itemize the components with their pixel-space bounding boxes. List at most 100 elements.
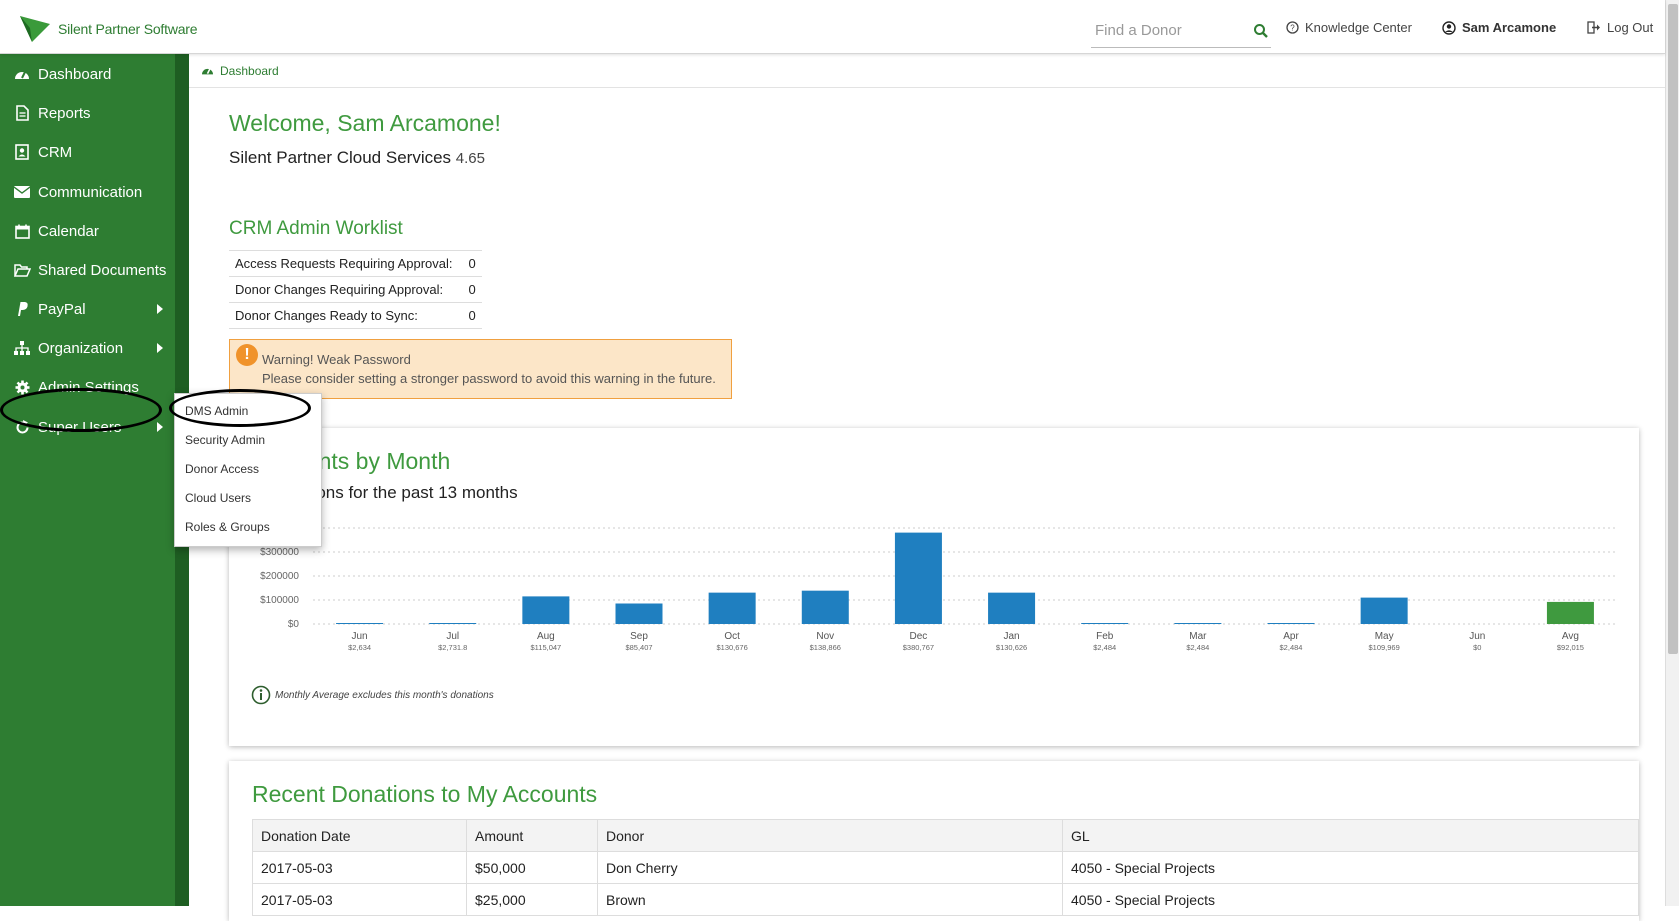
x-tick-label: Dec bbox=[910, 631, 928, 642]
donation-gl: 4050 - Special Projects bbox=[1062, 883, 1639, 916]
chart-bar bbox=[1546, 601, 1594, 624]
sidebar-item-label: Dashboard bbox=[38, 65, 112, 83]
x-tick-label: Feb bbox=[1096, 631, 1114, 642]
chart-bar bbox=[1267, 623, 1315, 624]
chart-bar bbox=[708, 592, 756, 624]
column-header[interactable]: GL bbox=[1062, 819, 1639, 852]
worklist-table: Access Requests Requiring Approval: 0 Do… bbox=[229, 250, 482, 329]
recent-donations-table: Donation Date Amount Donor GL 2017-05-03… bbox=[252, 819, 1639, 916]
logout-icon bbox=[1587, 21, 1600, 34]
x-tick-label: Apr bbox=[1283, 631, 1299, 642]
x-tick-label: Oct bbox=[724, 631, 740, 642]
x-tick-label: May bbox=[1375, 631, 1394, 642]
knowledge-center-link[interactable]: ? Knowledge Center bbox=[1286, 20, 1412, 35]
scrollbar-thumb[interactable] bbox=[1668, 4, 1678, 654]
donation-date: 2017-05-03 bbox=[252, 851, 467, 884]
logout-link[interactable]: Log Out bbox=[1587, 20, 1653, 35]
y-tick-label: $0 bbox=[288, 619, 300, 630]
chart-note-text: Monthly Average excludes this month's do… bbox=[275, 689, 494, 701]
sidebar-item-admin-settings[interactable]: Admin Settings bbox=[0, 367, 175, 407]
x-tick-label: Jul bbox=[446, 631, 459, 642]
brand[interactable]: Silent Partner Software bbox=[18, 14, 198, 44]
page-scrollbar[interactable] bbox=[1665, 0, 1679, 906]
menu-item-donor-access[interactable]: Donor Access bbox=[185, 462, 259, 476]
sidebar-item-calendar[interactable]: Calendar bbox=[0, 211, 175, 251]
menu-item-roles-groups[interactable]: Roles & Groups bbox=[185, 520, 270, 534]
sidebar-item-paypal[interactable]: PayPal bbox=[0, 289, 175, 329]
recent-donations-panel: Recent Donations to My Accounts Donation… bbox=[229, 761, 1639, 921]
gear-icon bbox=[13, 378, 31, 396]
data-label: $2,634 bbox=[348, 643, 371, 652]
table-header-row: Donation Date Amount Donor GL bbox=[252, 819, 1639, 852]
paypal-icon bbox=[13, 300, 31, 318]
sidebar-item-label: Communication bbox=[38, 183, 143, 201]
recent-donations-title: Recent Donations to My Accounts bbox=[252, 781, 598, 807]
breadcrumb-dashboard[interactable]: Dashboard bbox=[220, 64, 279, 78]
data-label: $138,866 bbox=[810, 643, 841, 652]
sidebar-item-organization[interactable]: Organization bbox=[0, 328, 175, 368]
sidebar-item-label: CRM bbox=[38, 143, 73, 161]
x-tick-label: Jan bbox=[1004, 631, 1020, 642]
sidebar-item-super-users[interactable]: Super Users bbox=[0, 407, 175, 447]
column-header[interactable]: Donor bbox=[597, 819, 1063, 852]
data-label: $0 bbox=[1473, 643, 1481, 652]
sidebar-item-label: Calendar bbox=[38, 222, 99, 240]
column-header[interactable]: Amount bbox=[466, 819, 598, 852]
column-header[interactable]: Donation Date bbox=[252, 819, 467, 852]
sidebar-item-dashboard[interactable]: Dashboard bbox=[0, 54, 175, 94]
chart-note: Monthly Average excludes this month's do… bbox=[251, 685, 494, 705]
table-row[interactable]: 2017-05-03 $50,000 Don Cherry 4050 - Spe… bbox=[252, 851, 1639, 884]
y-tick-label: $100000 bbox=[260, 595, 299, 606]
sidebar-item-communication[interactable]: Communication bbox=[0, 172, 175, 212]
warning-text: Please consider setting a stronger passw… bbox=[262, 371, 716, 386]
chart-bar bbox=[1081, 623, 1129, 624]
data-label: $130,676 bbox=[716, 643, 747, 652]
user-menu[interactable]: Sam Arcamone bbox=[1442, 20, 1556, 35]
logo-icon bbox=[20, 16, 50, 42]
table-row[interactable]: 2017-05-03 $25,000 Brown 4050 - Special … bbox=[252, 883, 1639, 916]
data-label: $2,484 bbox=[1280, 643, 1303, 652]
x-tick-label: Avg bbox=[1562, 631, 1579, 642]
sidebar-item-label: Super Users bbox=[38, 418, 122, 436]
sidebar-item-reports[interactable]: Reports bbox=[0, 93, 175, 133]
sidebar-item-shared-documents[interactable]: Shared Documents bbox=[0, 250, 175, 290]
table-row: Donor Changes Requiring Approval: 0 bbox=[229, 276, 482, 303]
sidebar-item-label: Organization bbox=[38, 339, 124, 357]
data-label: $85,407 bbox=[625, 643, 652, 652]
menu-item-dms-admin[interactable]: DMS Admin bbox=[185, 404, 248, 418]
data-label: $2,731.8 bbox=[438, 643, 467, 652]
svg-text:?: ? bbox=[1290, 24, 1295, 33]
menu-item-cloud-users[interactable]: Cloud Users bbox=[185, 491, 251, 505]
x-tick-label: Jun bbox=[1469, 631, 1485, 642]
chevron-right-icon bbox=[157, 422, 163, 432]
data-label: $2,484 bbox=[1186, 643, 1209, 652]
sidebar-item-crm[interactable]: CRM bbox=[0, 132, 175, 172]
breadcrumb: Dashboard bbox=[189, 54, 1665, 88]
calendar-icon bbox=[13, 222, 31, 240]
data-label: $109,969 bbox=[1368, 643, 1399, 652]
document-icon bbox=[13, 104, 31, 122]
product-version: 4.65 bbox=[455, 150, 485, 167]
search-icon[interactable] bbox=[1253, 23, 1269, 39]
chevron-right-icon bbox=[157, 304, 163, 314]
chart-bar bbox=[988, 592, 1036, 624]
search-input[interactable] bbox=[1091, 16, 1241, 44]
sidebar-item-label: Admin Settings bbox=[38, 378, 139, 396]
donor-search bbox=[1091, 16, 1271, 48]
menu-item-security-admin[interactable]: Security Admin bbox=[185, 433, 265, 447]
table-row: Donor Changes Ready to Sync: 0 bbox=[229, 302, 482, 329]
weak-password-warning: ! Warning! Weak Password Please consider… bbox=[229, 339, 732, 399]
chevron-right-icon bbox=[157, 343, 163, 353]
product-name: Silent Partner Cloud Services bbox=[229, 148, 452, 167]
data-label: $115,047 bbox=[530, 643, 561, 652]
page-title: Welcome, Sam Arcamone! bbox=[229, 110, 501, 136]
accounts-by-month-panel: ccounts by Month donations for the past … bbox=[229, 428, 1639, 746]
sidebar-item-label: Shared Documents bbox=[38, 261, 167, 279]
chart-bar bbox=[522, 596, 570, 624]
chart-bar bbox=[336, 623, 384, 624]
logout-label: Log Out bbox=[1607, 20, 1654, 35]
data-label: $380,767 bbox=[903, 643, 934, 652]
donations-bar-chart: $0$100000$200000$300000Jun$2,634Jul$2,73… bbox=[260, 527, 1617, 652]
donation-amount: $25,000 bbox=[466, 883, 598, 916]
x-tick-label: Nov bbox=[816, 631, 834, 642]
